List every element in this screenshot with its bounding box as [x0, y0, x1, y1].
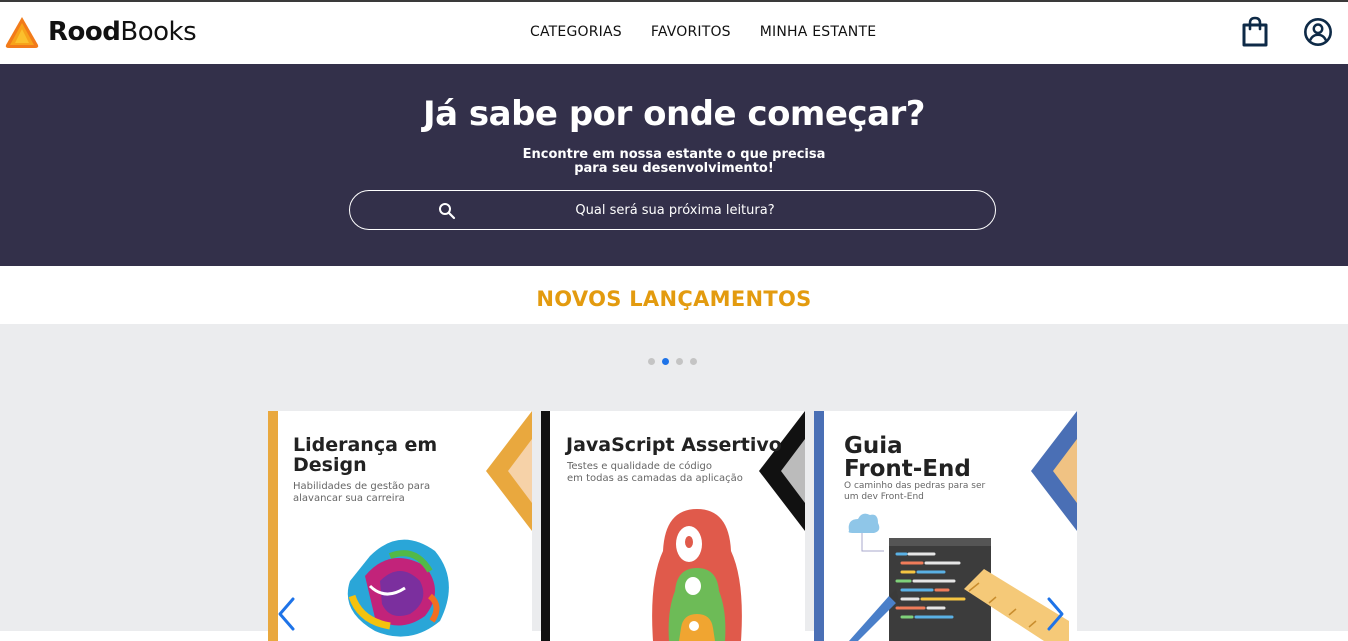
- search-bar[interactable]: [349, 190, 996, 230]
- logo-icon: [5, 17, 39, 48]
- cover-paint-swirl-illustration: [347, 539, 449, 637]
- nav-favoritos[interactable]: FAVORITOS: [651, 24, 731, 40]
- hero-subtitle: Encontre em nossa estante o que precisa …: [522, 147, 826, 176]
- releases-carousel: Liderança em Design Habilidades de gestão…: [0, 324, 1348, 641]
- book-spine: [814, 411, 824, 641]
- book-title: Guia Front-End: [844, 433, 971, 482]
- hero-banner: Já sabe por onde começar? Encontre em no…: [0, 64, 1348, 266]
- carousel-prev-arrow-icon[interactable]: [275, 596, 299, 632]
- carousel-dot[interactable]: [690, 358, 697, 365]
- nav-categorias[interactable]: CATEGORIAS: [530, 24, 622, 40]
- search-icon: [439, 203, 456, 220]
- user-account-icon[interactable]: [1303, 16, 1333, 48]
- search-input[interactable]: [470, 199, 880, 221]
- cover-chevron-decoration: [759, 411, 805, 531]
- carousel-pagination: [648, 358, 697, 365]
- carousel-next-arrow-icon[interactable]: [1043, 596, 1067, 632]
- book-card[interactable]: JavaScript Assertivo Testes e qualidade …: [541, 411, 805, 641]
- cover-nesting-dolls-illustration: [652, 509, 742, 641]
- carousel-dot[interactable]: [676, 358, 683, 365]
- book-title: Liderança em Design: [293, 434, 438, 476]
- shopping-bag-icon[interactable]: [1240, 16, 1270, 48]
- cover-chevron-decoration: [486, 411, 532, 531]
- cover-code-editor-illustration: [848, 513, 1069, 641]
- section-title: NOVOS LANÇAMENTOS: [536, 287, 812, 311]
- carousel-dot[interactable]: [648, 358, 655, 365]
- book-title: JavaScript Assertivo: [566, 434, 782, 456]
- book-subtitle: O caminho das pedras para ser um dev Fron…: [844, 481, 986, 502]
- site-header: RoodBooks CATEGORIAS FAVORITOS MINHA EST…: [0, 2, 1348, 64]
- book-card[interactable]: Guia Front-End O caminho das pedras para …: [814, 411, 1077, 641]
- main-nav: CATEGORIAS FAVORITOS MINHA ESTANTE: [530, 24, 876, 40]
- brand-name: RoodBooks: [48, 17, 197, 47]
- hero-title: Já sabe por onde começar?: [422, 94, 926, 134]
- carousel-dot-active[interactable]: [662, 358, 669, 365]
- nav-minha-estante[interactable]: MINHA ESTANTE: [760, 24, 876, 40]
- book-card[interactable]: Liderança em Design Habilidades de gestão…: [268, 411, 532, 641]
- book-subtitle: Habilidades de gestão para alavancar sua …: [293, 481, 431, 504]
- book-spine: [541, 411, 550, 641]
- book-subtitle: Testes e qualidade de código em todas as …: [567, 461, 743, 484]
- brand-logo[interactable]: RoodBooks: [4, 14, 197, 50]
